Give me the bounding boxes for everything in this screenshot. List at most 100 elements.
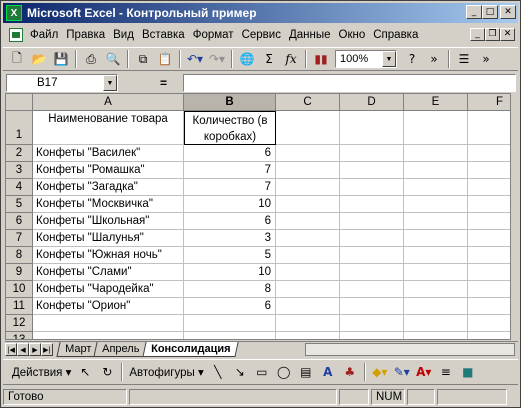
excel-app-icon[interactable]: X (6, 5, 22, 21)
column-header-f[interactable]: F (468, 94, 510, 111)
column-header-e[interactable]: E (404, 94, 468, 111)
empty-cell[interactable] (276, 179, 340, 196)
rectangle-icon[interactable]: ▭ (251, 362, 273, 382)
empty-cell[interactable] (340, 162, 404, 179)
quantity-cell[interactable] (184, 315, 276, 332)
empty-cell[interactable] (276, 281, 340, 298)
name-box[interactable]: B17 ▼ (6, 74, 118, 92)
empty-cell[interactable] (468, 213, 510, 230)
quantity-cell[interactable]: 7 (184, 162, 276, 179)
vertical-scrollbar[interactable] (511, 93, 518, 340)
maximize-button[interactable]: □ (482, 5, 498, 19)
align-icon[interactable]: ☰ (453, 49, 475, 69)
empty-cell[interactable] (340, 315, 404, 332)
3d-icon[interactable]: ■ (457, 362, 479, 382)
equals-button[interactable]: = (160, 76, 167, 90)
empty-cell[interactable] (340, 298, 404, 315)
menu-tools[interactable]: Сервис (239, 29, 284, 41)
close-button[interactable]: ✕ (500, 5, 516, 19)
product-name-cell[interactable]: Конфеты "Слами" (33, 264, 184, 281)
empty-cell[interactable] (340, 111, 404, 145)
copy-icon[interactable]: ⧉ (132, 49, 154, 69)
worksheet-grid[interactable]: A B C D E F 1 Наименование товара Количе… (5, 93, 511, 340)
empty-cell[interactable] (404, 230, 468, 247)
empty-cell[interactable] (468, 230, 510, 247)
quantity-cell[interactable]: 3 (184, 230, 276, 247)
column-header-a[interactable]: A (33, 94, 184, 111)
empty-cell[interactable] (276, 196, 340, 213)
row-header[interactable]: 1 (6, 111, 33, 145)
help-icon[interactable]: ? (401, 49, 423, 69)
row-header[interactable]: 12 (6, 315, 33, 332)
workbook-icon[interactable] (9, 28, 23, 42)
title-bar[interactable]: X Microsoft Excel - Контрольный пример _… (3, 3, 518, 23)
product-name-cell[interactable]: Конфеты "Шалунья" (33, 230, 184, 247)
header-cell-quantity[interactable]: Количество (в коробках) (184, 111, 276, 145)
redo-icon[interactable]: ↷▾ (206, 49, 228, 69)
column-header-b[interactable]: B (184, 94, 276, 111)
empty-cell[interactable] (404, 281, 468, 298)
quantity-cell[interactable]: 10 (184, 264, 276, 281)
empty-cell[interactable] (468, 162, 510, 179)
empty-cell[interactable] (404, 247, 468, 264)
empty-cell[interactable] (468, 145, 510, 162)
empty-cell[interactable] (276, 162, 340, 179)
print-icon[interactable]: ⎙ (80, 49, 102, 69)
product-name-cell[interactable]: Конфеты "Загадка" (33, 179, 184, 196)
header-cell-name[interactable]: Наименование товара (33, 111, 184, 145)
paste-icon[interactable]: 📋 (154, 49, 176, 69)
empty-cell[interactable] (404, 298, 468, 315)
empty-cell[interactable] (468, 179, 510, 196)
product-name-cell[interactable] (33, 332, 184, 339)
empty-cell[interactable] (468, 332, 510, 339)
empty-cell[interactable] (468, 281, 510, 298)
empty-cell[interactable] (340, 281, 404, 298)
row-header[interactable]: 4 (6, 179, 33, 196)
empty-cell[interactable] (404, 196, 468, 213)
free-rotate-icon[interactable]: ↻ (96, 362, 118, 382)
fill-color-icon[interactable]: ◆▾ (369, 362, 391, 382)
tab-april[interactable]: Апрель (93, 342, 149, 357)
doc-minimize-button[interactable]: _ (470, 28, 485, 41)
empty-cell[interactable] (276, 332, 340, 339)
menu-help[interactable]: Справка (370, 29, 421, 41)
line-color-icon[interactable]: ✎▾ (391, 362, 413, 382)
textbox-icon[interactable]: ▤ (295, 362, 317, 382)
product-name-cell[interactable]: Конфеты "Орион" (33, 298, 184, 315)
quantity-cell[interactable]: 10 (184, 196, 276, 213)
empty-cell[interactable] (276, 298, 340, 315)
line-style-icon[interactable]: ≡ (435, 362, 457, 382)
menu-edit[interactable]: Правка (63, 29, 108, 41)
first-sheet-icon[interactable]: |◀ (5, 343, 17, 356)
product-name-cell[interactable]: Конфеты "Южная ночь" (33, 247, 184, 264)
product-name-cell[interactable]: Конфеты "Ромашка" (33, 162, 184, 179)
empty-cell[interactable] (276, 213, 340, 230)
row-header[interactable]: 8 (6, 247, 33, 264)
quantity-cell[interactable]: 8 (184, 281, 276, 298)
row-header[interactable]: 10 (6, 281, 33, 298)
print-preview-icon[interactable]: 🔍 (102, 49, 124, 69)
empty-cell[interactable] (340, 196, 404, 213)
menu-file[interactable]: Файл (27, 29, 61, 41)
open-icon[interactable]: 📂 (28, 49, 50, 69)
empty-cell[interactable] (276, 111, 340, 145)
quantity-cell[interactable]: 5 (184, 247, 276, 264)
empty-cell[interactable] (340, 264, 404, 281)
quantity-cell[interactable]: 6 (184, 298, 276, 315)
clipart-icon[interactable]: ♣ (339, 362, 361, 382)
empty-cell[interactable] (340, 145, 404, 162)
empty-cell[interactable] (276, 230, 340, 247)
menu-view[interactable]: Вид (110, 29, 137, 41)
quantity-cell[interactable]: 6 (184, 145, 276, 162)
menu-data[interactable]: Данные (286, 29, 334, 41)
empty-cell[interactable] (340, 230, 404, 247)
prev-sheet-icon[interactable]: ◀ (17, 343, 29, 356)
empty-cell[interactable] (340, 179, 404, 196)
empty-cell[interactable] (404, 315, 468, 332)
minimize-button[interactable]: _ (466, 5, 482, 19)
autosum-icon[interactable]: Σ (258, 49, 280, 69)
function-icon[interactable]: fx (280, 49, 302, 69)
empty-cell[interactable] (468, 247, 510, 264)
empty-cell[interactable] (468, 315, 510, 332)
empty-cell[interactable] (468, 111, 510, 145)
